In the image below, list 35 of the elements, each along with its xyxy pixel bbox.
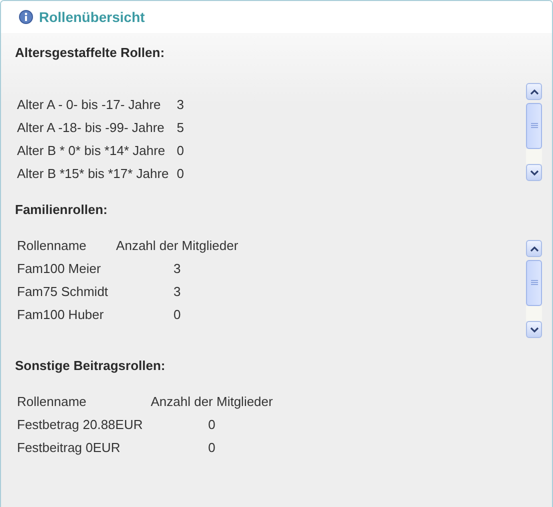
table-cell-text: Alter A - 0- bis -17- Jahre (16, 96, 162, 114)
column-header: Rollenname (16, 237, 88, 255)
table-cell-text: Alter A -18- bis -99- Jahre (16, 119, 166, 137)
table-cell-text: Festbeitrag 0EUR (16, 439, 122, 457)
table-cell-text: Fam100 Meier (16, 260, 102, 278)
table-cell-text: 5 (176, 119, 185, 137)
table-cell-text: Alter B * 0* bis *14* Jahre (16, 142, 166, 160)
column-header: Anzahl der Mitglieder (115, 237, 240, 255)
table-cell-text: Festbetrag 20.88EUR (16, 416, 144, 434)
table-cell-text: Fam75 Schmidt (16, 283, 110, 301)
scroll-down-icon[interactable] (526, 164, 542, 181)
scroll-thumb[interactable] (526, 103, 542, 149)
column-header: Rollenname (16, 393, 88, 411)
table-cell-text: Alter B *15* bis *17* Jahre (16, 165, 170, 181)
scroll-up-icon[interactable] (526, 83, 542, 100)
panel-title: Rollenübersicht (39, 9, 145, 25)
table-cell-text: 3 (172, 283, 182, 301)
section-title: Sonstige Beitragsrollen: (15, 358, 166, 375)
column-header: Anzahl der Mitglieder (150, 393, 274, 411)
table-cell-text: 3 (172, 260, 182, 278)
table-cell-text: 0 (176, 142, 185, 160)
table-cell-text: 0 (207, 439, 216, 457)
section-title: Altersgestaffelte Rollen: (15, 45, 166, 62)
table-cell-text: 0 (172, 306, 182, 324)
scroll-thumb[interactable] (526, 260, 542, 306)
table-cell-text: 3 (176, 96, 185, 114)
table-cell-text: 0 (176, 165, 185, 181)
scroll-track[interactable] (526, 306, 542, 321)
scroll-up-icon[interactable] (526, 240, 542, 257)
section-title: Familienrollen: (15, 202, 108, 219)
scroll-down-icon[interactable] (526, 321, 542, 338)
info-icon (19, 10, 33, 24)
table-cell-text: 0 (207, 416, 216, 434)
scroll-track[interactable] (526, 149, 542, 164)
table-cell-text: Fam100 Huber (16, 306, 105, 324)
